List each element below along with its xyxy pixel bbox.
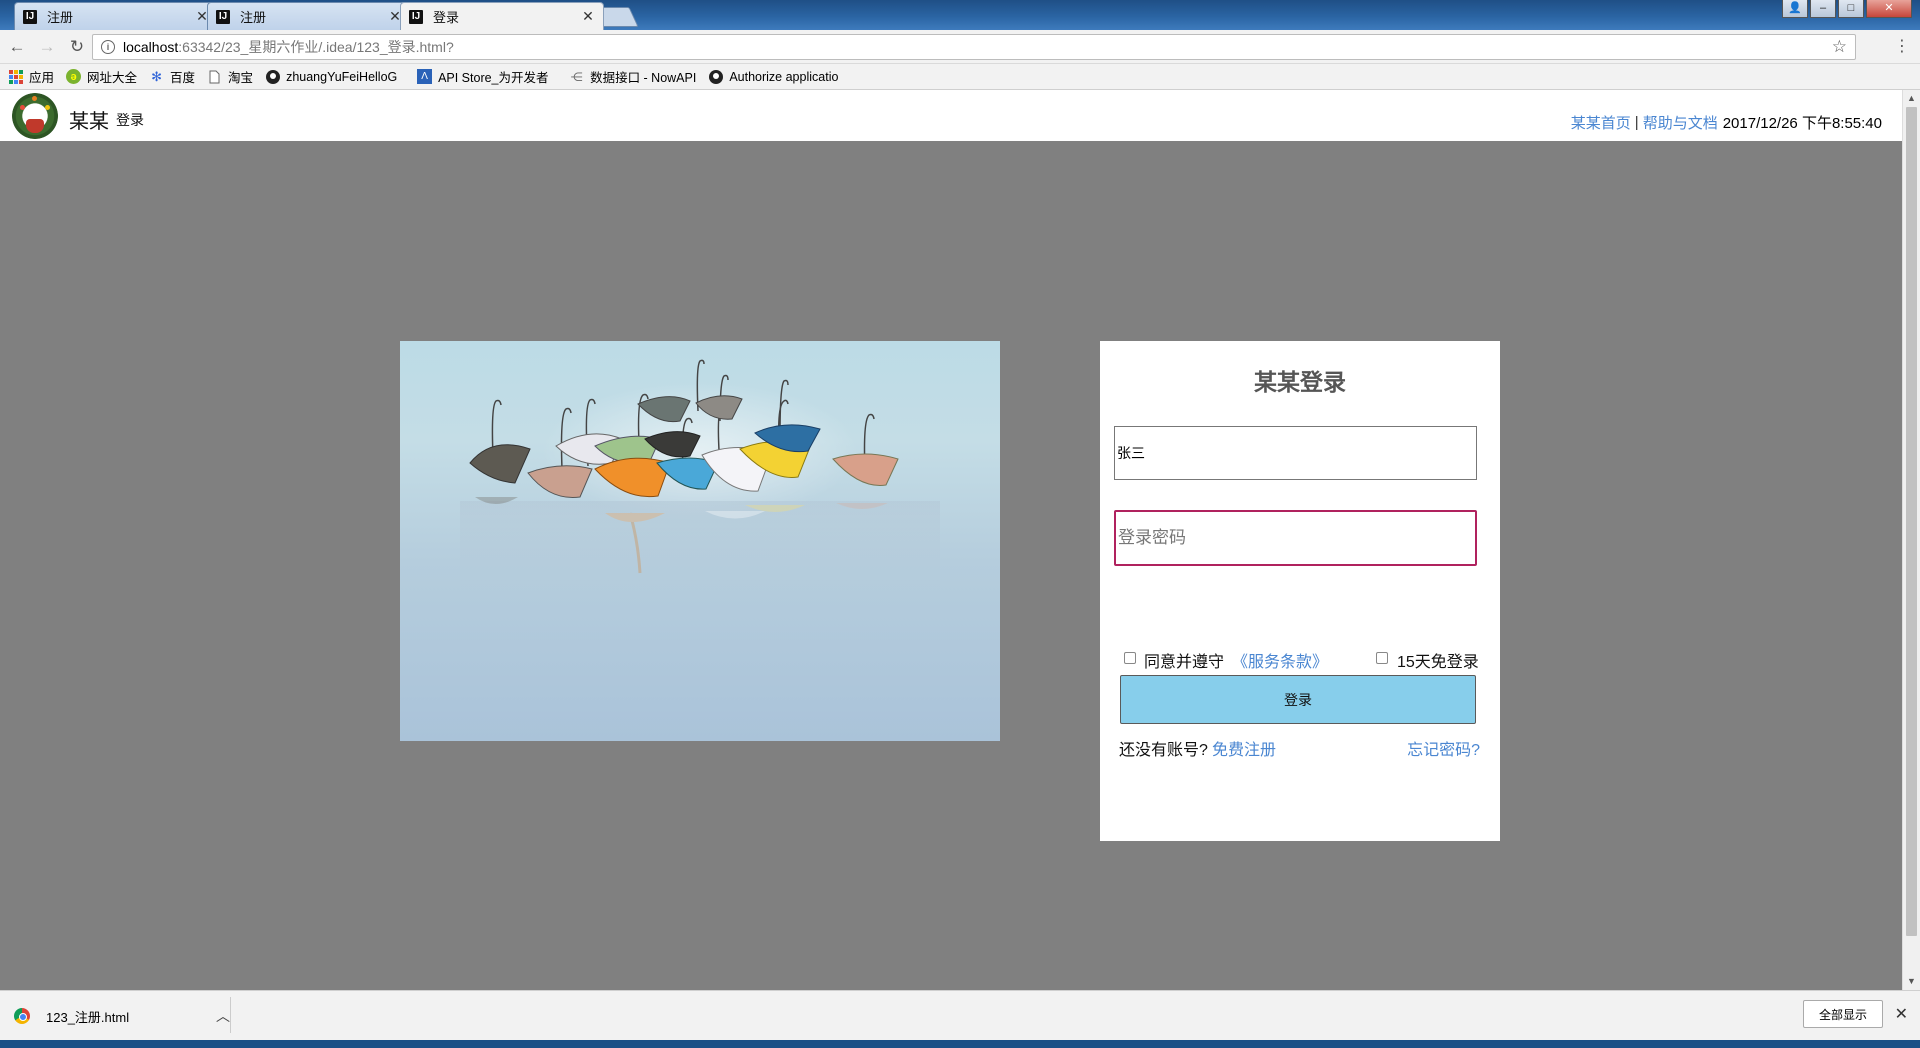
maximize-icon[interactable]: □ <box>1838 0 1864 18</box>
remember-label: 15天免登录 <box>1397 654 1479 671</box>
password-input[interactable] <box>1114 510 1477 566</box>
agree-terms-checkbox[interactable] <box>1124 652 1136 664</box>
datetime-display: 2017/12/26 下午8:55:40 <box>1722 115 1882 132</box>
scroll-down-icon[interactable]: ▼ <box>1903 973 1920 990</box>
bookmark-baidu[interactable]: ✻ 百度 <box>149 67 195 86</box>
intellij-icon: IJ <box>23 9 37 24</box>
username-input[interactable] <box>1114 426 1477 480</box>
chevron-up-icon[interactable]: ︿ <box>216 1006 230 1026</box>
brand-name: 某某 <box>69 111 109 133</box>
scrollbar-thumb[interactable] <box>1906 107 1917 936</box>
tab-login[interactable]: IJ 登录 ✕ <box>400 2 604 30</box>
tab-register-1[interactable]: IJ 注册 ✕ <box>14 2 218 30</box>
baidu-paw-icon: ✻ <box>151 68 162 84</box>
github-icon <box>265 69 280 84</box>
bookmark-apps[interactable]: 应用 <box>8 67 54 86</box>
bookmarks-bar: 应用 ə 网址大全 ✻ 百度 淘宝 zhuangYuFeiHelloG Λ AP… <box>0 64 1920 90</box>
hao123-icon: ə <box>66 69 82 84</box>
intellij-icon: IJ <box>409 9 423 24</box>
info-icon[interactable]: i <box>101 40 115 54</box>
reload-icon[interactable]: ↻ <box>64 34 90 60</box>
menu-icon[interactable]: ⋮ <box>1894 38 1910 56</box>
wreath-logo-icon[interactable] <box>12 93 58 139</box>
agree-label: 同意并遵守 <box>1144 654 1225 671</box>
tab-title: 注册 <box>47 10 74 25</box>
address-bar[interactable]: i localhost:63342/23_星期六作业/.idea/123_登录.… <box>92 34 1856 60</box>
scroll-up-icon[interactable]: ▲ <box>1903 90 1920 107</box>
bookmark-nowapi[interactable]: ⋲ 数据接口 - NowAPI <box>569 67 697 86</box>
chrome-icon <box>14 1008 30 1024</box>
home-link[interactable]: 某某首页 <box>1571 112 1631 133</box>
minimize-icon[interactable]: – <box>1810 0 1836 18</box>
apps-grid-icon <box>8 69 23 84</box>
intellij-icon: IJ <box>216 9 230 24</box>
remember-15-days-checkbox[interactable] <box>1376 652 1388 664</box>
close-icon[interactable]: ✕ <box>1895 1004 1908 1024</box>
browser-tab-strip: IJ 注册 ✕ IJ 注册 ✕ IJ 登录 ✕ 👤 – □ ✕ <box>0 0 1920 30</box>
login-title: 某某登录 <box>1254 369 1346 395</box>
bookmark-label: 淘宝 <box>228 71 254 85</box>
url-path: :63342/23_星期六作业/.idea/123_登录.html? <box>178 39 454 55</box>
login-button[interactable]: 登录 <box>1120 675 1476 724</box>
bookmark-hao123[interactable]: ə 网址大全 <box>66 67 137 86</box>
window-close-icon[interactable]: ✕ <box>1866 0 1912 18</box>
bookmark-label: 网址大全 <box>87 71 138 85</box>
forgot-password-link[interactable]: 忘记密码? <box>1407 736 1480 760</box>
tab-title: 登录 <box>433 10 460 25</box>
bookmark-label: Authorize applicatio <box>729 69 839 84</box>
login-card: 某某登录 同意并遵守 《服务条款》 15天免登录 登录 还没有账号? 免费注册 … <box>1100 341 1500 841</box>
bookmark-github-hello[interactable]: zhuangYuFeiHelloG <box>265 69 405 84</box>
main-content: 某某登录 同意并遵守 《服务条款》 15天免登录 登录 还没有账号? 免费注册 … <box>0 141 1902 990</box>
os-taskbar <box>0 1040 1920 1048</box>
forward-arrow-icon[interactable]: → <box>34 34 60 60</box>
bookmark-label: 数据接口 - NowAPI <box>590 71 697 85</box>
terms-of-service-link[interactable]: 《服务条款》 <box>1232 648 1328 672</box>
divider <box>230 997 231 1033</box>
bookmark-label: zhuangYuFeiHelloG <box>286 69 398 84</box>
nav-separator: | <box>1634 114 1639 131</box>
bookmark-star-icon[interactable]: ☆ <box>1832 37 1847 57</box>
close-icon[interactable]: ✕ <box>581 8 595 25</box>
user-icon[interactable]: 👤 <box>1782 0 1808 18</box>
help-docs-link[interactable]: 帮助与文档 <box>1643 112 1718 133</box>
show-all-button[interactable]: 全部显示 <box>1803 1000 1883 1028</box>
bookmark-label: 百度 <box>170 71 196 85</box>
bookmark-taobao[interactable]: 淘宝 <box>207 67 253 86</box>
tab-register-2[interactable]: IJ 注册 ✕ <box>207 2 411 30</box>
umbrellas-hero-image <box>400 341 1000 741</box>
bookmark-github-authorize[interactable]: Authorize applicatio <box>708 69 848 84</box>
url-host: localhost <box>123 39 179 55</box>
back-arrow-icon[interactable]: ← <box>4 34 30 60</box>
options-row: 同意并遵守 《服务条款》 15天免登录 <box>1100 647 1500 672</box>
page-icon <box>207 69 222 84</box>
api-store-icon: Λ <box>417 69 433 84</box>
vertical-scrollbar[interactable]: ▲ ▼ <box>1902 90 1920 990</box>
no-account-text: 还没有账号? <box>1119 742 1208 759</box>
tab-title: 注册 <box>240 10 267 25</box>
free-register-link[interactable]: 免费注册 <box>1212 736 1276 760</box>
download-bar: 123_注册.html ︿ 全部显示 ✕ <box>0 990 1920 1040</box>
header-nav: 某某首页 | 帮助与文档 2017/12/26 下午8:55:40 <box>1571 112 1882 133</box>
brand-subtitle: 登录 <box>116 112 144 128</box>
window-controls: 👤 – □ ✕ <box>1782 0 1912 18</box>
bookmark-label: 应用 <box>29 71 55 85</box>
bookmark-api-store[interactable]: Λ API Store_为开发者 <box>417 67 557 86</box>
github-icon <box>708 69 723 84</box>
site-header: 某某 登录 某某首页 | 帮助与文档 2017/12/26 下午8:55:40 <box>0 90 1902 141</box>
share-nodes-icon: ⋲ <box>570 69 583 84</box>
browser-toolbar: ← → ↻ i localhost:63342/23_星期六作业/.idea/1… <box>0 30 1920 64</box>
download-item[interactable]: 123_注册.html ︿ <box>14 999 230 1033</box>
bookmark-label: API Store_为开发者 <box>438 71 549 85</box>
download-file-name: 123_注册.html <box>46 1009 130 1025</box>
